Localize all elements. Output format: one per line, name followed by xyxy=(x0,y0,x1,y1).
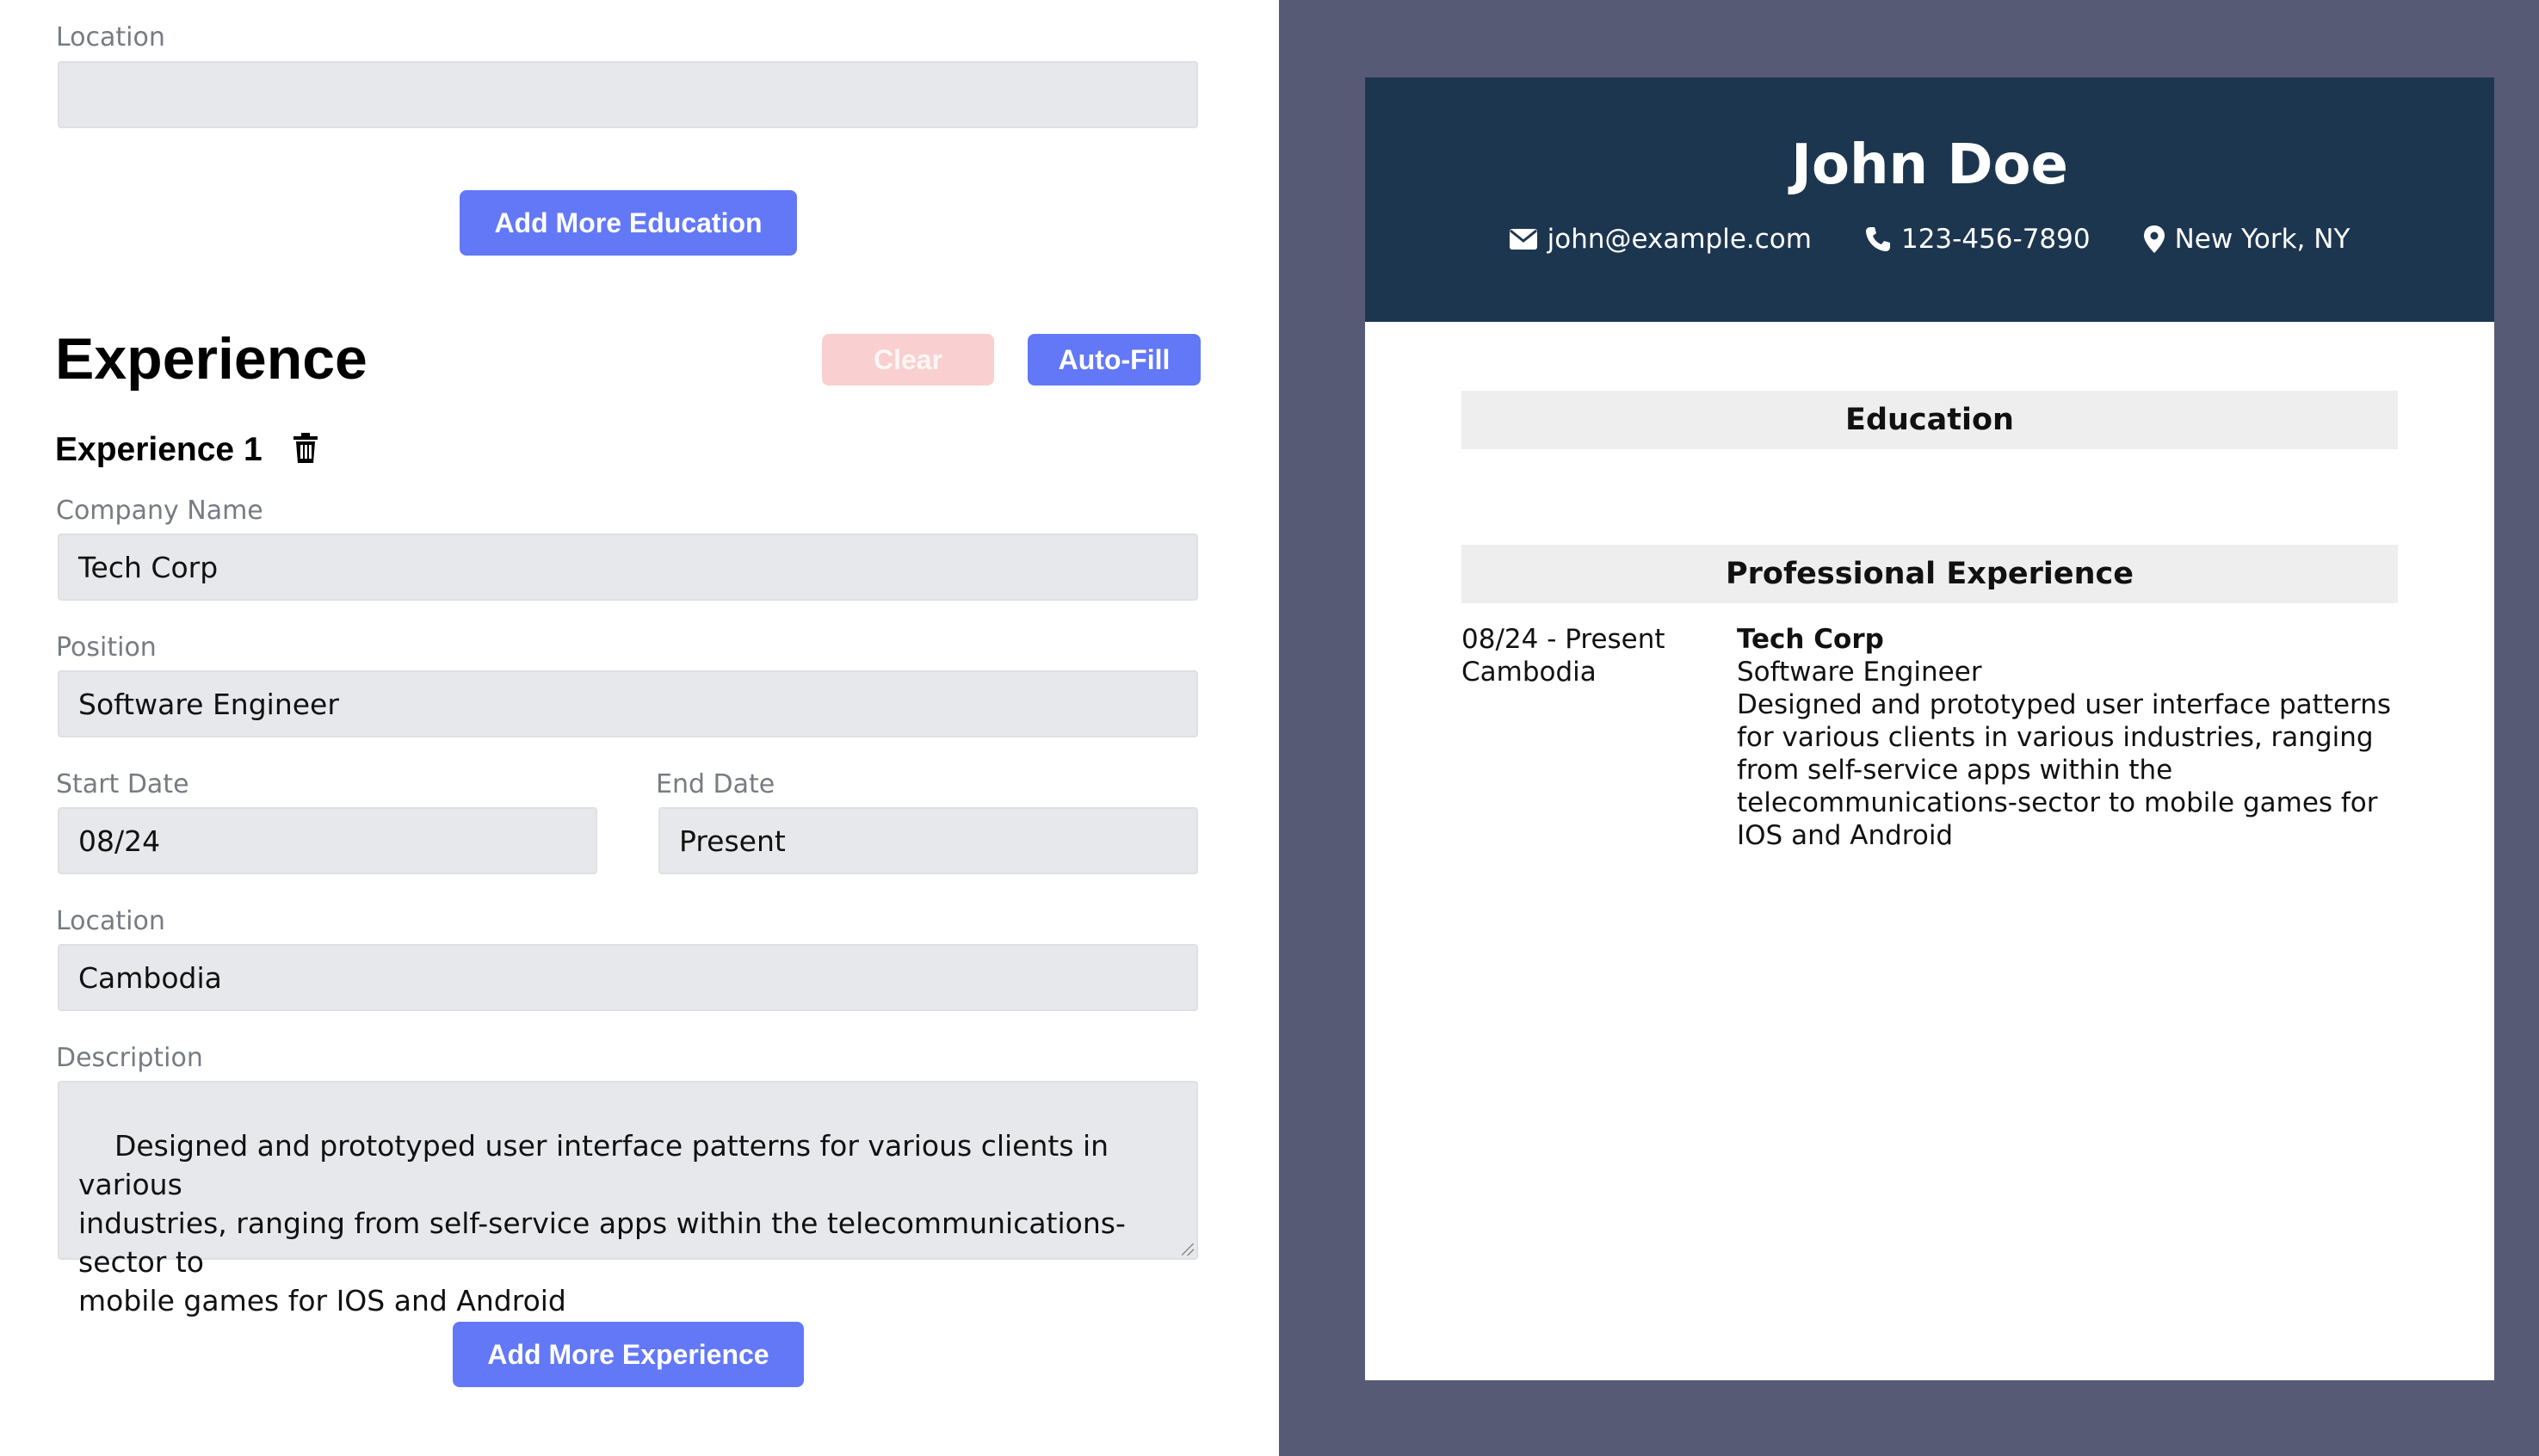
position-label: Position xyxy=(56,632,157,663)
add-more-experience-button[interactable]: Add More Experience xyxy=(453,1322,804,1387)
description-textarea[interactable]: Designed and prototyped user interface p… xyxy=(58,1081,1198,1317)
education-location-label: Location xyxy=(56,22,165,52)
add-more-education-button[interactable]: Add More Education xyxy=(460,190,797,256)
location-label: Location xyxy=(56,906,165,936)
start-date-label: Start Date xyxy=(56,769,189,799)
editor-panel: Location Add More Education Experience C… xyxy=(0,0,1279,1456)
contact-row: john@example.com 123-456-7890 New York, … xyxy=(1365,225,2494,253)
contact-phone: 123-456-7890 xyxy=(1865,225,2091,253)
map-pin-icon xyxy=(2143,225,2165,253)
envelope-icon xyxy=(1509,229,1537,250)
position-input[interactable]: Software Engineer xyxy=(58,670,1198,737)
company-name-label: Company Name xyxy=(56,496,263,526)
location-text: New York, NY xyxy=(2174,223,2351,255)
end-date-input[interactable]: Present xyxy=(658,807,1198,874)
professional-experience-heading: Professional Experience xyxy=(1461,545,2398,603)
experience-entry-title: Experience 1 xyxy=(55,431,263,468)
education-heading: Education xyxy=(1461,391,2398,449)
description-text: Designed and prototyped user interface p… xyxy=(78,1129,1126,1317)
resize-handle[interactable] xyxy=(1182,1243,1194,1255)
end-date-label: End Date xyxy=(656,769,775,799)
experience-position: Software Engineer xyxy=(1737,657,1982,688)
clear-button[interactable]: Clear xyxy=(822,334,994,386)
experience-location: Cambodia xyxy=(1461,657,1597,688)
contact-location: New York, NY xyxy=(2143,223,2351,255)
phone-icon xyxy=(1865,226,1891,252)
preview-panel: John Doe john@example.com 123-456-7890 N… xyxy=(1279,0,2539,1456)
experience-company: Tech Corp xyxy=(1737,624,1884,655)
description-label: Description xyxy=(56,1043,203,1073)
email-text: john@example.com xyxy=(1547,223,1812,255)
resume-header: John Doe john@example.com 123-456-7890 N… xyxy=(1365,77,2494,322)
education-location-input[interactable] xyxy=(58,61,1198,128)
start-date-input[interactable]: 08/24 xyxy=(58,807,597,874)
company-name-input[interactable]: Tech Corp xyxy=(58,534,1198,601)
auto-fill-button[interactable]: Auto-Fill xyxy=(1028,334,1201,386)
resume-name: John Doe xyxy=(1791,133,2068,197)
trash-icon[interactable] xyxy=(292,433,319,467)
location-input[interactable]: Cambodia xyxy=(58,944,1198,1011)
experience-section-title: Experience xyxy=(55,326,368,392)
experience-dates: 08/24 - Present xyxy=(1461,624,1665,655)
contact-email: john@example.com xyxy=(1509,223,1812,255)
resume-page: John Doe john@example.com 123-456-7890 N… xyxy=(1365,77,2494,1380)
phone-text: 123-456-7890 xyxy=(1900,223,2091,255)
experience-description: Designed and prototyped user interface p… xyxy=(1737,689,2392,851)
